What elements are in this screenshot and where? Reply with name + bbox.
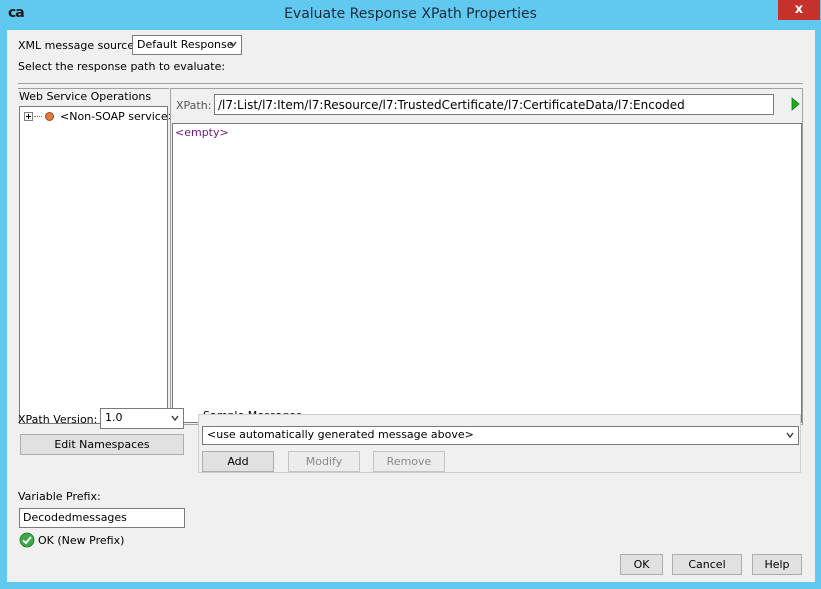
separator <box>18 83 803 84</box>
close-button[interactable]: x <box>778 0 820 20</box>
ok-check-icon <box>19 532 35 548</box>
help-button[interactable]: Help <box>752 554 802 575</box>
add-sample-button[interactable]: Add <box>202 451 274 472</box>
edit-namespaces-button[interactable]: Edit Namespaces <box>20 434 184 455</box>
window-title: Evaluate Response XPath Properties <box>284 6 537 22</box>
xpath-panel: XPath: /l7:List/l7:Item/l7:Resource/l7:T… <box>170 88 803 425</box>
operations-header-line <box>18 88 169 89</box>
close-icon: x <box>794 2 804 17</box>
instruction-text: Select the response path to evaluate: <box>18 60 226 73</box>
ok-button[interactable]: OK <box>620 554 663 575</box>
xml-source-select[interactable]: Default Response <box>132 35 242 55</box>
sample-messages-value: <use automatically generated message abo… <box>207 428 474 441</box>
title-bar: ca Evaluate Response XPath Properties x <box>0 0 821 30</box>
remove-sample-button[interactable]: Remove <box>373 451 445 472</box>
cancel-button[interactable]: Cancel <box>672 554 742 575</box>
tree-connector <box>34 116 42 117</box>
xpath-version-value: 1.0 <box>105 411 123 424</box>
operations-tree[interactable]: <Non-SOAP service> <box>19 106 177 424</box>
xpath-version-label: XPath Version: <box>18 413 98 426</box>
sample-messages-group: <use automatically generated message abo… <box>198 414 801 473</box>
variable-prefix-label: Variable Prefix: <box>18 490 101 503</box>
variable-prefix-input[interactable]: Decodedmessages <box>19 508 185 528</box>
xpath-result-area[interactable]: <empty> <box>172 123 802 423</box>
xml-source-label: XML message source: <box>18 39 138 52</box>
service-node-icon <box>45 112 54 121</box>
variable-prefix-status: OK (New Prefix) <box>38 534 125 547</box>
expand-icon[interactable] <box>24 112 33 121</box>
run-xpath-icon[interactable] <box>791 97 800 111</box>
chevron-down-icon <box>786 432 794 439</box>
sample-messages-select[interactable]: <use automatically generated message abo… <box>202 426 799 445</box>
operations-header: Web Service Operations <box>19 90 152 103</box>
xpath-input[interactable]: /l7:List/l7:Item/l7:Resource/l7:TrustedC… <box>214 94 774 115</box>
chevron-down-icon <box>229 41 237 48</box>
xpath-label: XPath: <box>176 99 212 112</box>
tree-item-non-soap[interactable]: <Non-SOAP service> <box>60 110 177 123</box>
modify-sample-button[interactable]: Modify <box>288 451 360 472</box>
xml-source-value: Default Response <box>137 38 234 51</box>
dialog-body: XML message source: Default Response Sel… <box>7 30 815 582</box>
xpath-result-text: <empty> <box>175 126 229 139</box>
chevron-down-icon <box>171 415 179 422</box>
xpath-version-select[interactable]: 1.0 <box>100 408 184 429</box>
